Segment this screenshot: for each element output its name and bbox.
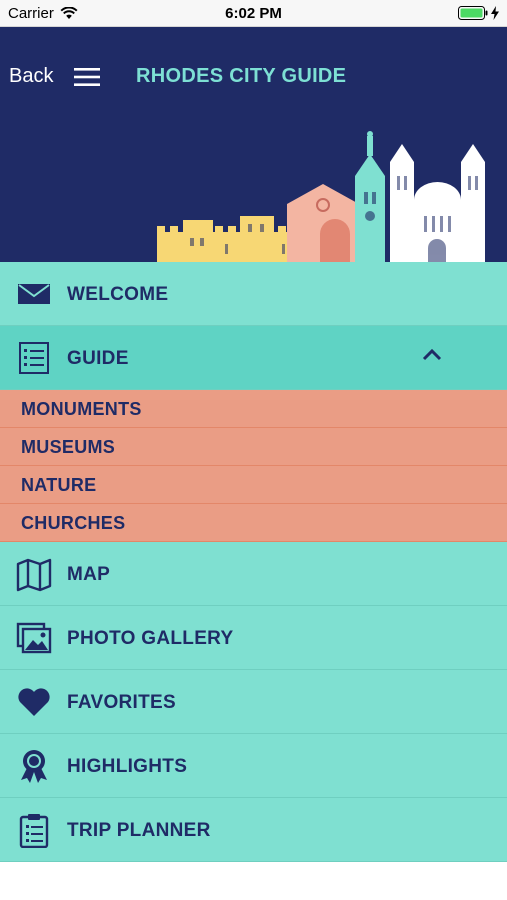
menu-item-welcome[interactable]: WELCOME [0,262,507,326]
menu-item-highlights[interactable]: HIGHLIGHTS [0,734,507,798]
skyline-graphic [157,131,485,262]
ribbon-icon [21,750,47,783]
submenu-item-churches[interactable]: CHURCHES [0,504,507,542]
list-icon [19,342,49,374]
menu-item-label: GUIDE [67,348,129,369]
submenu-item-label: CHURCHES [21,513,126,533]
chevron-up-icon[interactable] [422,348,442,362]
menu-item-label: TRIP PLANNER [67,820,211,841]
menu-item-map[interactable]: MAP [0,542,507,606]
menu-item-favorites[interactable]: FAVORITES [0,670,507,734]
submenu-item-label: NATURE [21,475,97,495]
battery-indicator [458,6,499,20]
submenu-item-label: MONUMENTS [21,399,142,419]
menu-item-trip-planner[interactable]: TRIP PLANNER [0,798,507,862]
menu-item-guide[interactable]: GUIDE [0,326,507,390]
submenu-item-label: MUSEUMS [21,437,116,457]
navigation-bar: Back RHODES CITY GUIDE [0,27,507,104]
menu-item-label: PHOTO GALLERY [67,628,234,649]
back-button[interactable]: Back [9,65,53,88]
photos-icon [16,622,52,654]
submenu-item-monuments[interactable]: MONUMENTS [0,390,507,428]
submenu-item-museums[interactable]: MUSEUMS [0,428,507,466]
heart-icon [18,688,50,716]
clock: 6:02 PM [225,5,282,22]
side-menu: WELCOME GUIDE MONUMENTS MUSEUMS NATURE C… [0,262,507,862]
menu-item-photo-gallery[interactable]: PHOTO GALLERY [0,606,507,670]
page-title: RHODES CITY GUIDE [136,65,347,87]
clipboard-icon [19,814,49,848]
menu-item-label: HIGHLIGHTS [67,756,188,777]
battery-icon [458,6,488,20]
hamburger-icon[interactable] [74,67,100,87]
status-bar: Carrier 6:02 PM [0,0,507,27]
menu-item-label: WELCOME [67,284,169,305]
map-icon [16,558,52,592]
submenu-item-nature[interactable]: NATURE [0,466,507,504]
city-skyline-illustration [0,104,507,262]
menu-item-label: FAVORITES [67,692,176,713]
envelope-icon [18,284,50,304]
charging-bolt-icon [491,6,499,20]
menu-item-label: MAP [67,564,111,585]
